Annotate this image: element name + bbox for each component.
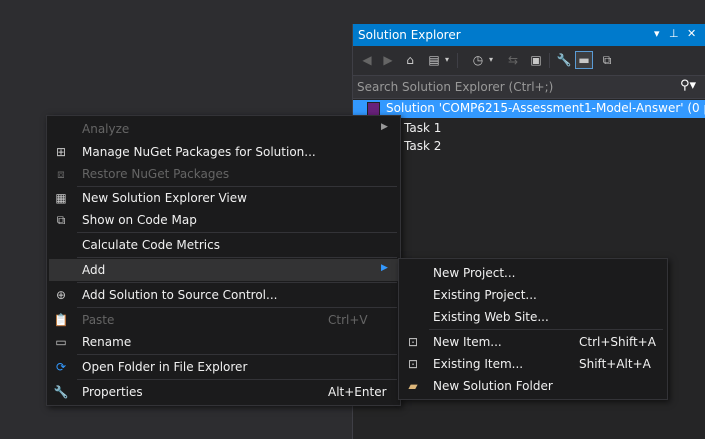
forward-icon[interactable]: ▶ [380,52,396,68]
menu-item-analyze[interactable]: Analyze ▶ [47,118,400,140]
menu-separator [77,282,397,283]
solution-label: Solution 'COMP6215-Assessment1-Model-Ans… [386,101,705,115]
new-item-icon: ⊡ [407,335,419,349]
wrench-icon: 🔧 [53,385,69,399]
switch-views-icon[interactable]: ▤ [426,52,442,68]
home-icon[interactable]: ⌂ [402,52,418,68]
menu-item-new-project[interactable]: New Project... [399,262,667,284]
sync-active-document-icon[interactable]: ⇆ [505,52,521,68]
pending-changes-filter-icon[interactable]: ◷ [470,52,486,68]
menu-separator [77,379,397,380]
solution-icon [367,102,380,116]
menu-item-existing-project[interactable]: Existing Project... [399,284,667,306]
pin-icon[interactable]: ⊥ [669,27,679,40]
submenu-arrow-icon: ▶ [381,263,388,273]
shortcut-label: Ctrl+V [328,313,368,327]
tree-item-task-1[interactable]: Task 1 [404,121,441,135]
menu-item-restore-nuget[interactable]: ⧈ Restore NuGet Packages [47,163,400,185]
menu-item-show-on-code-map[interactable]: ⧉ Show on Code Map [47,209,400,231]
menu-item-new-solution-folder[interactable]: ▰ New Solution Folder [399,375,667,397]
menu-item-rename[interactable]: ▭ Rename [47,331,400,353]
close-icon[interactable]: ✕ [687,27,696,40]
paste-icon: 📋 [53,313,69,327]
menu-item-open-folder[interactable]: ⟳ Open Folder in File Explorer [47,356,400,378]
chevron-down-icon[interactable]: ▾ [443,52,451,68]
submenu-arrow-icon: ▶ [381,122,388,132]
shortcut-label: Alt+Enter [328,385,387,399]
add-source-control-icon: ⊕ [55,288,67,302]
preview-selected-items-icon[interactable]: ▬ [575,51,593,69]
menu-separator [77,354,397,355]
menu-item-calculate-code-metrics[interactable]: Calculate Code Metrics [47,234,400,256]
menu-item-new-item[interactable]: ⊡ New Item... Ctrl+Shift+A [399,331,667,353]
window-dropdown-icon[interactable]: ▾ [654,27,660,40]
menu-item-add[interactable]: Add ▶ [49,259,398,281]
menu-separator [77,257,397,258]
shortcut-label: Shift+Alt+A [579,357,651,371]
rename-icon: ▭ [55,335,67,349]
nuget-package-icon: ⊞ [55,145,67,159]
solution-explorer-titlebar: Solution Explorer ▾ ⊥ ✕ [353,24,705,46]
new-view-icon: ▦ [55,191,67,205]
toolbar-separator [457,53,458,68]
menu-separator [429,329,663,330]
menu-item-properties[interactable]: 🔧 Properties Alt+Enter [47,381,400,403]
tree-item-task-2[interactable]: Task 2 [404,139,441,153]
menu-separator [77,307,397,308]
solution-explorer-title: Solution Explorer [358,28,461,42]
menu-item-new-solution-explorer-view[interactable]: ▦ New Solution Explorer View [47,187,400,209]
toolbar-separator [549,53,550,68]
code-map-icon: ⧉ [56,213,66,227]
new-folder-icon: ▰ [408,379,418,393]
solution-explorer-search-bar: ⚲▾ [353,75,705,99]
solution-node[interactable]: Solution 'COMP6215-Assessment1-Model-Ans… [353,100,705,118]
add-submenu: New Project... Existing Project... Exist… [398,258,668,400]
properties-wrench-icon[interactable]: 🔧 [556,52,572,68]
menu-separator [77,232,397,233]
menu-item-existing-item[interactable]: ⊡ Existing Item... Shift+Alt+A [399,353,667,375]
existing-item-icon: ⊡ [407,357,419,371]
shortcut-label: Ctrl+Shift+A [579,335,656,349]
search-input[interactable] [355,78,659,96]
chevron-down-icon[interactable]: ▾ [487,52,495,68]
code-map-icon[interactable]: ⧉ [599,52,615,68]
solution-explorer-toolbar: ◀ ▶ ⌂ ▤ ▾ ◷ ▾ ⇆ ▣ 🔧 ▬ ⧉ [353,46,705,75]
menu-item-paste[interactable]: 📋 Paste Ctrl+V [47,309,400,331]
menu-item-existing-web-site[interactable]: Existing Web Site... [399,306,667,328]
search-icon[interactable]: ⚲▾ [680,78,696,93]
refresh-folder-icon: ⟳ [55,360,67,374]
restore-packages-icon: ⧈ [57,167,65,181]
solution-context-menu: Analyze ▶ ⊞ Manage NuGet Packages for So… [46,115,401,406]
menu-item-add-to-source-control[interactable]: ⊕ Add Solution to Source Control... [47,284,400,306]
back-icon[interactable]: ◀ [359,52,375,68]
collapse-all-icon[interactable]: ▣ [528,52,544,68]
menu-item-manage-nuget[interactable]: ⊞ Manage NuGet Packages for Solution... [47,141,400,163]
